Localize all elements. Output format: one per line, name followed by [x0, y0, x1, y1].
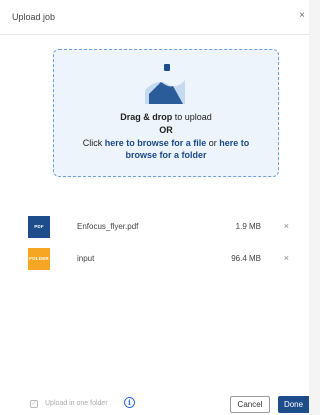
here-to-link[interactable]: here to: [219, 138, 249, 148]
click-prefix: Click: [82, 138, 105, 148]
pdf-file-icon: PDF: [28, 216, 50, 238]
or-separator: OR: [159, 125, 173, 135]
file-name: Enfocus_flyer.pdf: [77, 222, 139, 231]
info-icon[interactable]: i: [124, 397, 135, 408]
browse-folder-line: browse for a folder: [54, 150, 278, 160]
drag-drop-bold: Drag & drop: [120, 112, 173, 122]
file-size: 1.9 MB: [235, 222, 261, 231]
browse-file-link[interactable]: here to browse for a file: [105, 138, 207, 148]
cancel-button[interactable]: Cancel: [230, 396, 270, 413]
dialog-titlebar: Upload job ×: [0, 0, 309, 35]
done-button[interactable]: Done: [278, 396, 309, 413]
drop-zone[interactable]: Drag & drop to upload OR Click here to b…: [53, 49, 279, 177]
file-name: input: [77, 254, 95, 263]
upload-image-icon: [145, 64, 185, 104]
drag-drop-text: Drag & drop to upload: [54, 112, 278, 122]
file-row: FOLDER input 96.4 MB ×: [28, 248, 294, 270]
close-icon[interactable]: ×: [299, 10, 305, 21]
remove-file-icon[interactable]: ×: [284, 221, 289, 231]
or-connector: or: [206, 138, 220, 148]
upload-job-dialog: Upload job × Drag & drop to upload OR Cl…: [0, 0, 309, 415]
file-size: 96.4 MB: [231, 254, 261, 263]
browse-folder-link[interactable]: browse for a folder: [125, 150, 206, 160]
folder-icon: FOLDER: [28, 248, 50, 270]
drag-drop-rest: to upload: [172, 112, 212, 122]
remove-file-icon[interactable]: ×: [284, 253, 289, 263]
dialog-title: Upload job: [12, 12, 56, 22]
upload-in-one-folder-checkbox[interactable]: ✓: [30, 400, 38, 408]
file-row: PDF Enfocus_flyer.pdf 1.9 MB ×: [28, 216, 294, 238]
upload-in-one-folder-label: Upload in one folder: [45, 400, 108, 407]
click-instructions: Click here to browse for a file or here …: [54, 138, 278, 148]
